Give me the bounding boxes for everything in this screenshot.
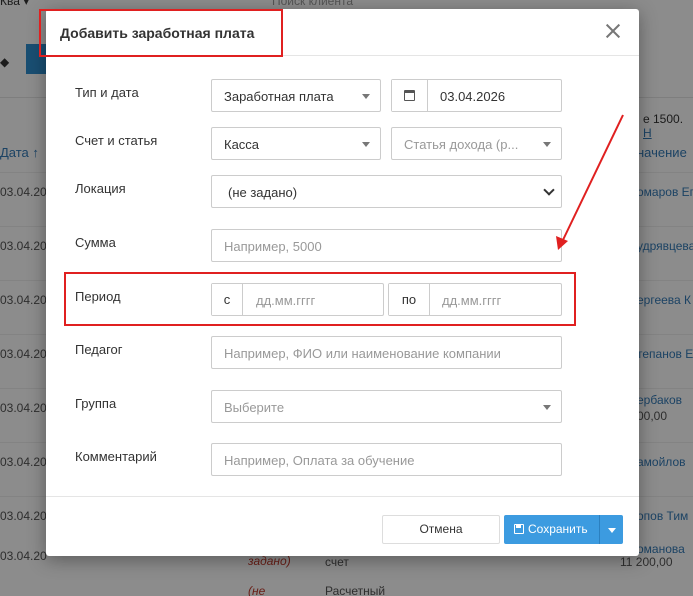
date-field[interactable]: 03.04.2026 (391, 79, 562, 112)
caret-down-icon (543, 405, 551, 410)
close-icon[interactable] (601, 19, 625, 43)
save-dropdown-button[interactable] (599, 515, 623, 544)
type-date-label: Тип и дата (75, 85, 139, 100)
account-article-label: Счет и статья (75, 133, 158, 148)
comment-input[interactable]: Например, Оплата за обучение (211, 443, 562, 476)
modal-footer: Отмена Сохранить (46, 496, 639, 556)
group-label: Группа (75, 396, 117, 411)
amount-input[interactable]: Например, 5000 (211, 229, 562, 262)
amount-label: Сумма (75, 235, 116, 250)
period-from-addon: с (212, 284, 243, 315)
article-select[interactable]: Статья дохода (р... (391, 127, 562, 160)
add-salary-modal: Добавить заработная плата Тип и дата Зар… (46, 9, 639, 556)
modal-title: Добавить заработная плата (60, 25, 255, 41)
calendar-addon[interactable] (392, 80, 428, 111)
floppy-disk-icon (514, 524, 524, 534)
period-to-addon: по (389, 284, 430, 315)
cancel-button[interactable]: Отмена (382, 515, 500, 544)
period-label: Период (75, 289, 121, 304)
account-select[interactable]: Касса (211, 127, 381, 160)
teacher-label: Педагог (75, 342, 123, 357)
caret-down-icon (543, 142, 551, 147)
caret-down-icon (362, 94, 370, 99)
location-label: Локация (75, 181, 126, 196)
caret-down-icon (362, 142, 370, 147)
group-select[interactable]: Выберите (211, 390, 562, 423)
modal-header: Добавить заработная плата (46, 9, 639, 56)
save-label: Сохранить (528, 522, 588, 536)
location-select[interactable]: (не задано) (211, 175, 562, 208)
period-to-input[interactable]: по дд.мм.гггг (388, 283, 562, 316)
teacher-input[interactable]: Например, ФИО или наименование компании (211, 336, 562, 369)
type-select[interactable]: Заработная плата (211, 79, 381, 112)
comment-label: Комментарий (75, 449, 157, 464)
period-from-input[interactable]: с дд.мм.гггг (211, 283, 384, 316)
save-button[interactable]: Сохранить (504, 515, 599, 544)
chevron-down-icon (543, 184, 555, 196)
calendar-icon (404, 90, 415, 101)
